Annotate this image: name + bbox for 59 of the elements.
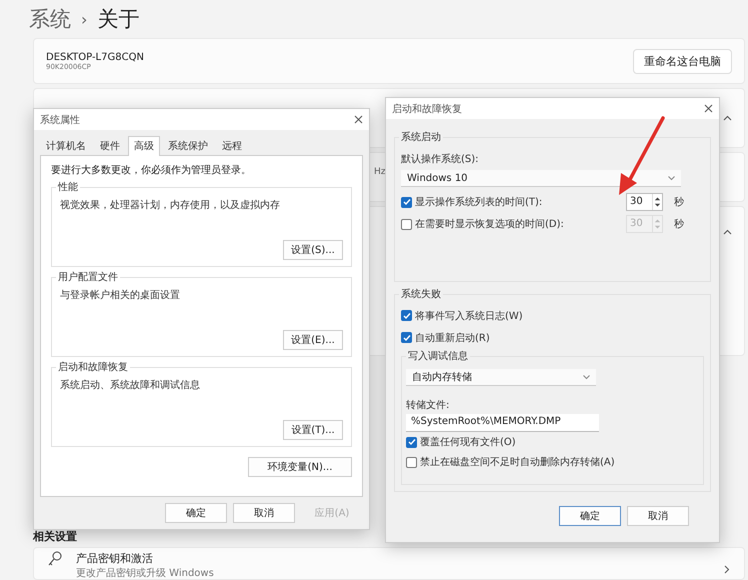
- checkbox-label: 将事件写入系统日志(W): [415, 310, 523, 323]
- chevron-up-icon[interactable]: [723, 115, 732, 121]
- checkbox-label: 自动重新启动(R): [415, 332, 490, 345]
- link-title: 产品密钥和激活: [76, 551, 154, 566]
- chevron-up-icon[interactable]: [723, 229, 732, 235]
- group-description: 视觉效果，处理器计划，内存使用，以及虚拟内存: [60, 198, 281, 212]
- environment-variables-button[interactable]: 环境变量(N)...: [248, 457, 352, 477]
- page-title: 关于: [97, 6, 140, 33]
- checkbox[interactable]: [406, 456, 417, 468]
- link-subtitle: 更改产品密钥或升级 Windows: [76, 566, 214, 580]
- checkbox[interactable]: [401, 332, 412, 344]
- dialog-button[interactable]: 确定: [165, 503, 227, 523]
- number-spinner[interactable]: 30: [626, 193, 663, 211]
- field-label: 默认操作系统(S):: [401, 152, 480, 166]
- checkbox[interactable]: [401, 310, 412, 322]
- group-title: 系统启动: [399, 130, 443, 144]
- dialog-button[interactable]: 确定: [559, 506, 621, 526]
- breadcrumb-separator: ›: [81, 10, 88, 28]
- dialog-title: 系统属性: [40, 114, 80, 126]
- unit-label: 秒: [674, 218, 684, 231]
- key-icon: [48, 551, 62, 567]
- spinner-arrows-icon[interactable]: [652, 194, 662, 210]
- group-title: 系统失败: [399, 287, 443, 301]
- checkbox[interactable]: [401, 196, 412, 208]
- rename-button[interactable]: 重命名这台电脑: [633, 48, 732, 74]
- debug-type-dropdown[interactable]: 自动内存转储: [406, 369, 596, 386]
- tab[interactable]: 高级: [128, 136, 160, 156]
- group-title: 性能: [56, 180, 80, 194]
- group-description: 与登录帐户相关的桌面设置: [60, 288, 181, 302]
- close-icon[interactable]: [704, 104, 713, 113]
- settings-button[interactable]: 设置(S)...: [283, 240, 343, 260]
- group-title: 写入调试信息: [406, 349, 470, 364]
- checkbox-label: 在需要时显示恢复选项的时间(D):: [415, 218, 564, 231]
- section-heading: 相关设置: [33, 529, 78, 544]
- settings-button[interactable]: 设置(E)...: [283, 330, 343, 350]
- checkbox-label: 覆盖任何现有文件(O): [420, 436, 516, 450]
- os-dropdown[interactable]: Windows 10: [401, 170, 681, 187]
- chevron-right-icon: [724, 565, 730, 574]
- breadcrumb-link[interactable]: 系统: [29, 5, 71, 33]
- settings-button[interactable]: 设置(T)...: [283, 420, 343, 440]
- checkbox[interactable]: [406, 436, 417, 448]
- unit-label: 秒: [674, 196, 684, 209]
- dialog-button[interactable]: 取消: [627, 506, 689, 526]
- admin-notice: 要进行大多数更改，你必须作为管理员登录。: [51, 164, 252, 177]
- checkbox-label: 显示操作系统列表的时间(T):: [415, 196, 542, 209]
- device-name: DESKTOP-L7G8CQN: [46, 52, 145, 62]
- close-icon[interactable]: [354, 115, 363, 124]
- group-title: 用户配置文件: [56, 270, 120, 284]
- caret-icon: [668, 176, 675, 180]
- checkbox-label: 禁止在磁盘空间不足时自动删除内存转储(A): [420, 456, 615, 470]
- group-title: 启动和故障恢复: [56, 360, 130, 374]
- dialog-button[interactable]: 取消: [233, 503, 295, 523]
- caret-icon: [583, 374, 590, 380]
- dump-file-field[interactable]: %SystemRoot%\MEMORY.DMP: [406, 414, 599, 432]
- group-description: 系统启动、系统故障和调试信息: [60, 378, 201, 392]
- settings-link-card[interactable]: 产品密钥和激活 更改产品密钥或升级 Windows: [33, 547, 745, 580]
- dialog-title: 启动和故障恢复: [392, 102, 462, 116]
- field-label: 转储文件:: [406, 398, 450, 412]
- text-fragment: Hz: [374, 167, 386, 177]
